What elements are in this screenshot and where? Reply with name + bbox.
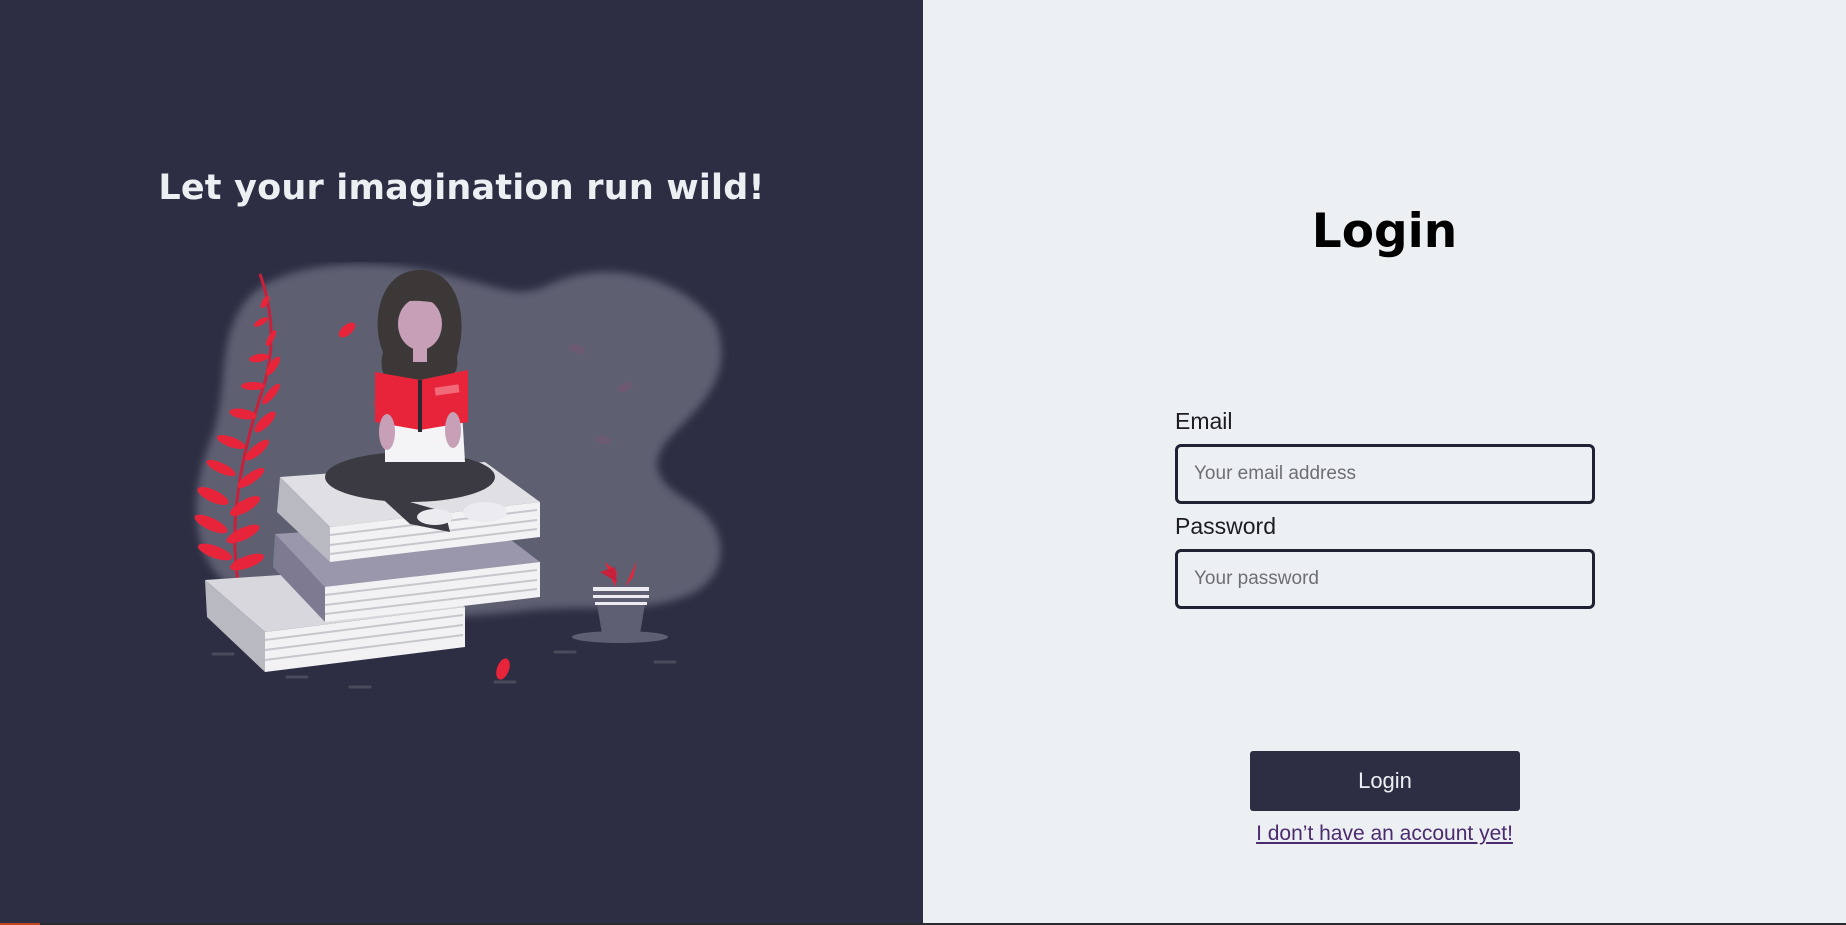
login-page: Let your imagination run wild! Login Ema… [0,0,1846,925]
reading-illustration [194,264,722,689]
password-label: Password [1175,513,1276,539]
password-input[interactable] [1175,549,1595,609]
email-label: Email [1175,408,1233,434]
signup-link[interactable]: I don’t have an account yet! [1256,822,1513,845]
login-button[interactable]: Login [1250,751,1520,811]
hero-title: Let your imagination run wild! [158,168,765,208]
hero-panel: Let your imagination run wild! [0,0,923,925]
email-input[interactable] [1175,444,1595,504]
signup-link-container: I don’t have an account yet! [923,822,1846,846]
login-title: Login [1311,204,1458,259]
login-panel: Login Email Password Login I don’t have … [923,0,1846,925]
